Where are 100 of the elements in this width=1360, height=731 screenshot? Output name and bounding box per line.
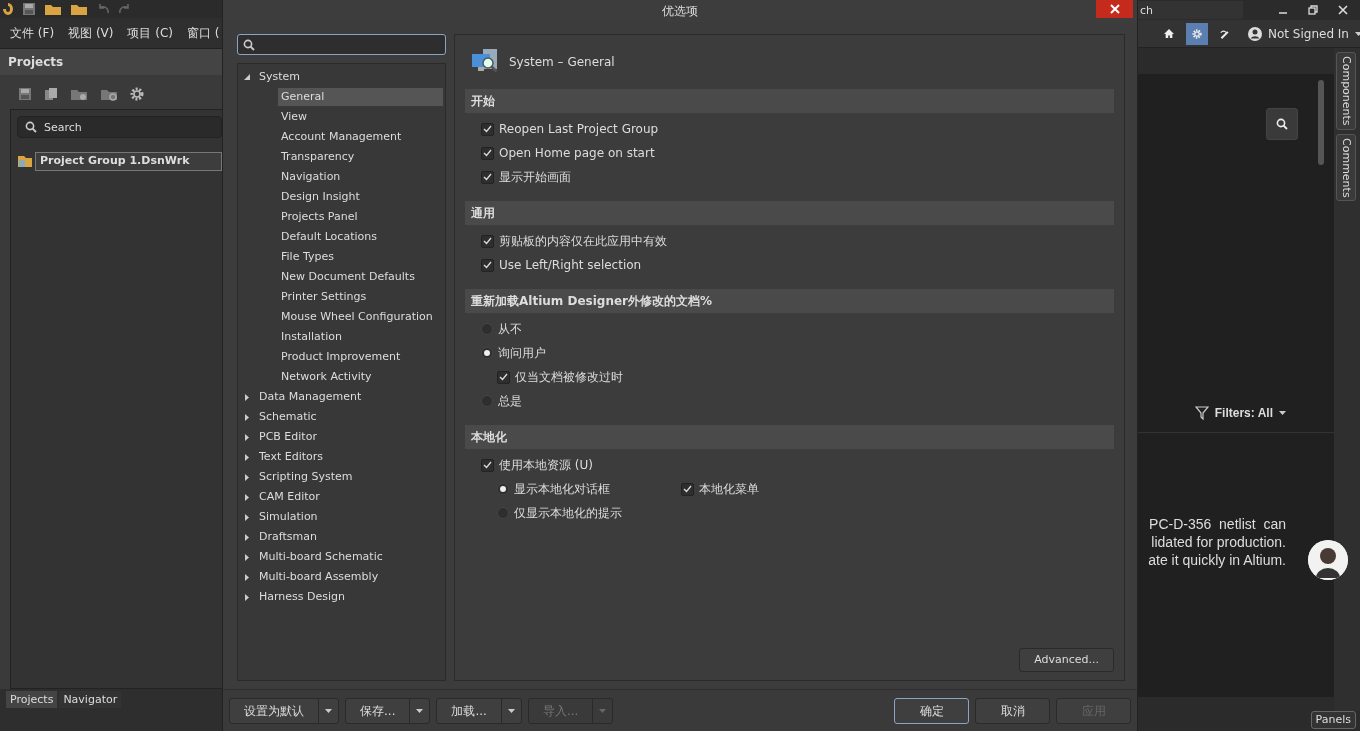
tree-item[interactable]: Design Insight [278, 187, 363, 207]
home-icon [1164, 28, 1174, 39]
caret-icon [416, 708, 424, 713]
checkbox[interactable] [481, 258, 494, 272]
section-header: 重新加载Altium Designer外修改的文档% [465, 289, 1114, 313]
option-label: 仅当文档被修改过时 [515, 369, 623, 386]
expand-arrow-icon[interactable] [244, 473, 250, 481]
expand-arrow-icon[interactable] [244, 573, 250, 581]
panel-tab[interactable]: Navigator [59, 691, 122, 708]
tree-item[interactable]: PCB Editor [256, 427, 320, 447]
filter-dropdown[interactable]: Filters: All [1138, 404, 1334, 433]
dialog-button[interactable]: 取消 [975, 697, 1050, 724]
tree-item[interactable]: Product Improvement [278, 347, 404, 367]
tree-item[interactable]: Account Management [278, 127, 405, 147]
tree-item[interactable]: Schematic [256, 407, 320, 427]
search-field[interactable]: ch [1138, 1, 1243, 19]
expand-arrow-icon[interactable] [244, 413, 250, 421]
folder-search-icon[interactable] [70, 87, 88, 101]
close-button[interactable] [1096, 0, 1133, 18]
expand-arrow-icon[interactable] [244, 553, 250, 561]
scrollbar[interactable] [1318, 80, 1324, 165]
search-field[interactable] [237, 34, 446, 55]
folder-settings-icon[interactable] [100, 87, 118, 101]
tree-item[interactable]: Multi-board Assembly [256, 567, 382, 587]
menu-item[interactable]: 视图 (V) [68, 24, 114, 42]
search-field[interactable]: Search [17, 116, 222, 138]
undo-icon[interactable] [96, 3, 110, 15]
tree-item[interactable]: Multi-board Schematic [256, 547, 386, 567]
expand-arrow-icon[interactable] [244, 533, 250, 541]
tree-item[interactable]: Data Management [256, 387, 365, 407]
radio-button[interactable] [497, 483, 509, 495]
advanced-button[interactable]: Advanced... [1019, 647, 1114, 672]
tree-item[interactable]: Network Activity [278, 367, 375, 387]
save-icon[interactable] [18, 87, 32, 101]
tree-item[interactable]: File Types [278, 247, 337, 267]
tree-item[interactable]: Mouse Wheel Configuration [278, 307, 436, 327]
save-icon[interactable] [22, 2, 36, 16]
expand-arrow-icon[interactable] [244, 493, 250, 501]
redo-icon[interactable] [118, 3, 132, 15]
check-icon [483, 261, 492, 269]
tree-item[interactable]: General [278, 87, 443, 107]
side-tab[interactable]: Comments [1336, 133, 1356, 202]
search-button[interactable] [1266, 108, 1298, 140]
menu-item[interactable]: 窗口 ( [187, 24, 220, 42]
check-icon [483, 461, 492, 469]
collapse-arrow-icon[interactable] [244, 73, 250, 81]
section-header: 通用 [465, 201, 1114, 225]
tree-item[interactable]: Default Locations [278, 227, 380, 247]
tree-item[interactable]: Projects Panel [278, 207, 361, 227]
expand-arrow-icon[interactable] [244, 393, 250, 401]
tree-item[interactable]: Project Group 1.DsnWrk [35, 152, 222, 171]
split-button[interactable]: 加载... [436, 697, 522, 724]
avatar-icon[interactable] [1308, 540, 1348, 580]
menu-item[interactable]: 项目 (C) [127, 24, 174, 42]
check-icon [499, 373, 508, 381]
expand-arrow-icon[interactable] [244, 433, 250, 441]
tree-item[interactable]: System [256, 67, 304, 87]
tree-item[interactable]: Draftsman [256, 527, 320, 547]
caret-icon [1279, 411, 1286, 415]
split-button[interactable]: 保存... [345, 697, 431, 724]
tree-item[interactable]: Navigation [278, 167, 344, 187]
checkbox[interactable] [497, 370, 510, 384]
tree-item[interactable]: New Document Defaults [278, 267, 418, 287]
tree-item[interactable]: Scripting System [256, 467, 356, 487]
tree-item[interactable]: Printer Settings [278, 287, 370, 307]
restore-icon[interactable] [1308, 5, 1318, 15]
radio-button[interactable] [481, 347, 493, 359]
folder-icon[interactable] [70, 2, 88, 16]
side-tab[interactable]: Components [1336, 52, 1356, 130]
settings-icon[interactable] [130, 87, 144, 101]
option-label: 使用本地资源 (U) [499, 457, 593, 474]
checkbox[interactable] [481, 170, 494, 184]
expand-arrow-icon[interactable] [244, 593, 250, 601]
expand-arrow-icon[interactable] [244, 453, 250, 461]
checkbox[interactable] [481, 458, 494, 472]
copy-icon[interactable] [44, 87, 58, 101]
panels-button[interactable]: Panels [1310, 710, 1356, 729]
toolbar-button[interactable] [1186, 22, 1208, 45]
section-header: 开始 [465, 89, 1114, 113]
tree-item[interactable]: View [278, 107, 311, 127]
checkbox[interactable] [481, 122, 494, 136]
folder-icon[interactable] [44, 2, 62, 16]
dialog-button[interactable]: 确定 [894, 697, 969, 724]
checkbox[interactable] [681, 482, 694, 496]
expand-arrow-icon[interactable] [244, 513, 250, 521]
checkbox[interactable] [481, 146, 494, 160]
split-button[interactable]: 设置为默认 [229, 697, 339, 724]
tree-item[interactable]: Harness Design [256, 587, 349, 607]
tree-item[interactable]: Transparency [278, 147, 358, 167]
logo-icon[interactable] [2, 2, 14, 16]
tree-item[interactable]: Installation [278, 327, 345, 347]
tree-item[interactable]: Simulation [256, 507, 321, 527]
menu-item[interactable]: 文件 (F) [10, 24, 55, 42]
tree-item[interactable]: CAM Editor [256, 487, 323, 507]
close-icon[interactable] [1338, 5, 1348, 15]
checkbox[interactable] [481, 234, 494, 248]
settings-icon[interactable] [1192, 26, 1202, 41]
panel-tab[interactable]: Projects [6, 691, 58, 708]
tree-item[interactable]: Text Editors [256, 447, 327, 467]
option-label: 显示本地化对话框 [514, 481, 610, 498]
